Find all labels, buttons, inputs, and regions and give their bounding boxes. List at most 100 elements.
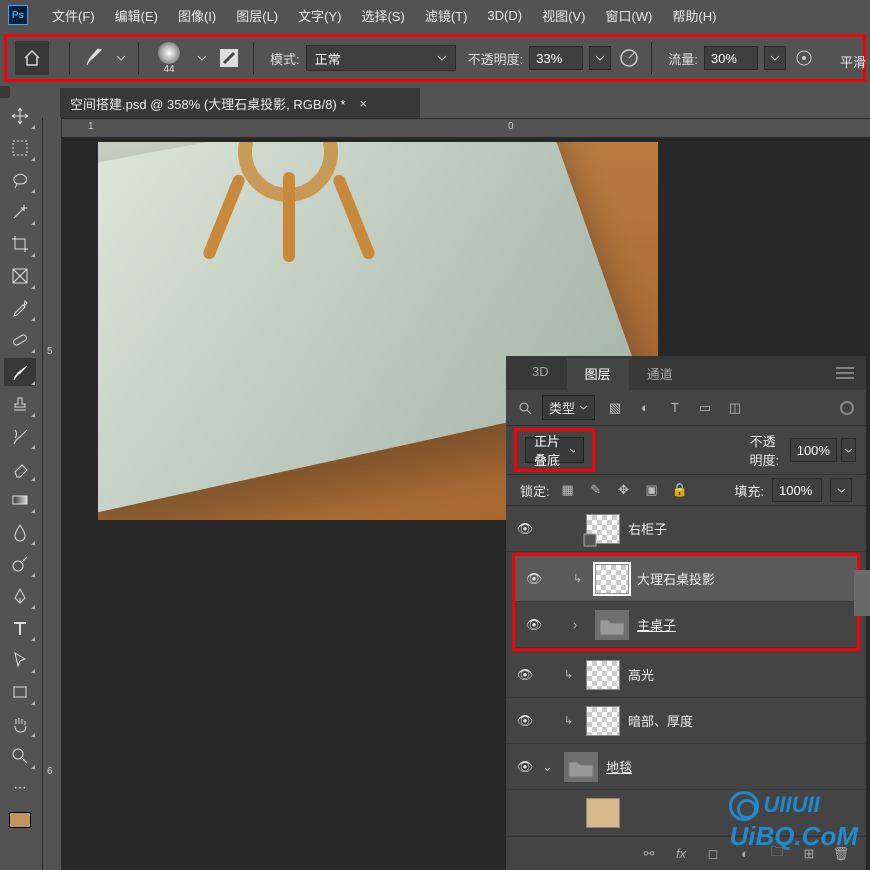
folder-icon[interactable] <box>564 752 598 782</box>
fill-dropdown[interactable] <box>830 478 852 502</box>
menu-type[interactable]: 文字(Y) <box>288 2 351 29</box>
eraser-tool[interactable] <box>4 454 36 482</box>
filter-shape-icon[interactable]: ▭ <box>695 400 715 416</box>
pressure-opacity-toggle[interactable] <box>617 46 641 70</box>
tab-layers[interactable]: 图层 <box>567 358 629 390</box>
flow-input[interactable]: 30% <box>704 46 758 70</box>
fill-input[interactable]: 100% <box>772 478 822 502</box>
menu-edit[interactable]: 编辑(E) <box>105 2 168 29</box>
marquee-tool[interactable] <box>4 134 36 162</box>
layer-thumbnail[interactable] <box>586 514 620 544</box>
opacity-dropdown[interactable] <box>589 46 611 70</box>
pen-tool[interactable] <box>4 582 36 610</box>
foreground-color-swatch[interactable] <box>9 812 31 828</box>
menu-help[interactable]: 帮助(H) <box>662 2 726 29</box>
blend-mode-select[interactable]: 正常 <box>306 45 456 71</box>
flow-dropdown[interactable] <box>764 46 786 70</box>
magic-wand-tool[interactable] <box>4 198 36 226</box>
layer-opacity-input[interactable]: 100% <box>790 438 837 462</box>
filter-type-select[interactable]: 类型 <box>542 395 595 420</box>
dodge-tool[interactable] <box>4 550 36 578</box>
menu-view[interactable]: 视图(V) <box>532 2 595 29</box>
hand-tool[interactable] <box>4 710 36 738</box>
brush-settings-toggle[interactable] <box>215 44 243 72</box>
healing-tool[interactable] <box>4 326 36 354</box>
brush-tool[interactable] <box>4 358 36 386</box>
close-tab-button[interactable]: × <box>359 96 367 111</box>
menu-file[interactable]: 文件(F) <box>42 2 105 29</box>
layer-name[interactable]: 大理石桌投影 <box>637 569 715 588</box>
layer-mask-button[interactable]: ◻ <box>704 846 722 862</box>
expand-toggle[interactable]: ⌄ <box>542 759 556 775</box>
home-button[interactable] <box>15 41 49 75</box>
filter-smart-icon[interactable]: ◫ <box>725 400 745 416</box>
layer-row[interactable]: 👁 ↳ 高光 <box>506 652 866 698</box>
frame-tool[interactable] <box>4 262 36 290</box>
layer-thumbnail[interactable] <box>586 660 620 690</box>
document-tab[interactable]: 空间搭建.psd @ 358% (大理石桌投影, RGB/8) * × <box>60 88 420 118</box>
eyedropper-tool[interactable] <box>4 294 36 322</box>
lock-artboard-icon[interactable]: ▣ <box>642 482 662 498</box>
visibility-toggle[interactable]: 👁 <box>525 617 543 633</box>
menu-filter[interactable]: 滤镜(T) <box>415 2 478 29</box>
visibility-toggle[interactable]: 👁 <box>516 713 534 729</box>
tab-channels[interactable]: 通道 <box>629 358 691 390</box>
layer-style-button[interactable]: fx <box>672 846 690 861</box>
filter-type-icon[interactable]: T <box>665 400 685 415</box>
scrollbar-thumb[interactable] <box>854 570 870 616</box>
menu-select[interactable]: 选择(S) <box>351 2 414 29</box>
brush-dropdown[interactable] <box>195 53 209 63</box>
layer-opacity-dropdown[interactable] <box>841 438 856 462</box>
opacity-input[interactable]: 33% <box>529 46 583 70</box>
layer-thumbnail[interactable] <box>586 706 620 736</box>
layer-thumbnail[interactable] <box>586 798 620 828</box>
layer-name[interactable]: 高光 <box>628 665 654 684</box>
brush-preset-picker[interactable]: 44 <box>149 42 189 75</box>
visibility-toggle[interactable]: 👁 <box>516 759 534 775</box>
edit-toolbar[interactable]: ⋯ <box>4 774 36 802</box>
shape-tool[interactable] <box>4 678 36 706</box>
layer-row[interactable]: 👁 右柜子 <box>506 506 866 552</box>
lock-position-icon[interactable]: ✥ <box>614 482 634 498</box>
expand-toggle[interactable]: › <box>573 617 587 632</box>
menu-layer[interactable]: 图层(L) <box>226 2 288 29</box>
lasso-tool[interactable] <box>4 166 36 194</box>
lock-all-icon[interactable]: 🔒 <box>670 482 690 498</box>
path-select-tool[interactable] <box>4 646 36 674</box>
layer-row[interactable]: 👁 › 主桌子 <box>515 602 857 648</box>
layer-row[interactable]: 👁 ↳ 暗部、厚度 <box>506 698 866 744</box>
filter-adjust-icon[interactable]: ◐ <box>635 400 655 415</box>
type-tool[interactable] <box>4 614 36 642</box>
menu-image[interactable]: 图像(I) <box>168 2 226 29</box>
layer-row[interactable]: 👁 ⌄ 地毯 <box>506 744 866 790</box>
tool-preset-picker[interactable] <box>80 46 108 70</box>
lock-transparency-icon[interactable]: ▦ <box>558 482 578 498</box>
layer-blend-mode-select[interactable]: 正片叠底 <box>525 437 584 463</box>
lock-pixels-icon[interactable]: ✎ <box>586 482 606 498</box>
layer-thumbnail[interactable] <box>595 564 629 594</box>
stamp-tool[interactable] <box>4 390 36 418</box>
gradient-tool[interactable] <box>4 486 36 514</box>
tool-preset-dropdown[interactable] <box>114 53 128 63</box>
visibility-toggle[interactable]: 👁 <box>525 571 543 587</box>
visibility-toggle[interactable]: 👁 <box>516 667 534 683</box>
layer-name[interactable]: 暗部、厚度 <box>628 711 693 730</box>
crop-tool[interactable] <box>4 230 36 258</box>
panel-menu-button[interactable] <box>836 366 854 380</box>
blur-tool[interactable] <box>4 518 36 546</box>
folder-icon[interactable] <box>595 610 629 640</box>
history-brush-tool[interactable] <box>4 422 36 450</box>
layer-name[interactable]: 右柜子 <box>628 519 667 538</box>
filter-toggle[interactable] <box>840 401 854 415</box>
layer-name[interactable]: 主桌子 <box>637 615 676 634</box>
visibility-toggle[interactable]: 👁 <box>516 521 534 537</box>
layer-name[interactable]: 地毯 <box>606 757 632 776</box>
menu-window[interactable]: 窗口(W) <box>595 2 662 29</box>
tab-3d[interactable]: 3D <box>514 358 567 390</box>
zoom-tool[interactable] <box>4 742 36 770</box>
move-tool[interactable] <box>4 102 36 130</box>
airbrush-toggle[interactable] <box>792 46 816 70</box>
link-layers-button[interactable]: ⚯ <box>640 846 658 862</box>
layer-row-selected[interactable]: 👁 ↳ 大理石桌投影 <box>515 556 857 602</box>
menu-3d[interactable]: 3D(D) <box>477 4 532 27</box>
